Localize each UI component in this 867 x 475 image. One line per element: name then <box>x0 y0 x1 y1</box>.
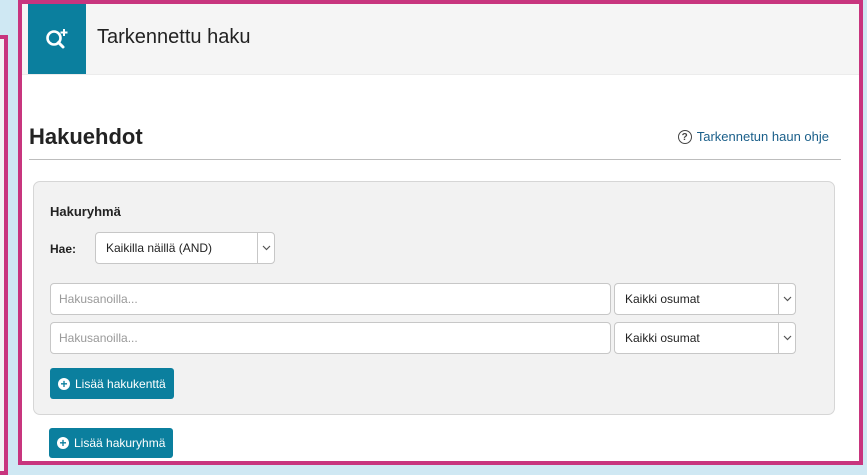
match-label: Hae: <box>50 242 77 256</box>
search-field-select[interactable]: Kaikki osumat <box>614 322 796 354</box>
chevron-down-icon <box>778 323 795 353</box>
divider <box>29 159 841 160</box>
section-title: Hakuehdot <box>29 124 143 149</box>
help-link[interactable]: ? Tarkennetun haun ohje <box>677 129 829 144</box>
advanced-search-panel: Tarkennettu haku Hakuehdot ? Tarkennetun… <box>18 0 863 465</box>
help-link-label: Tarkennetun haun ohje <box>696 129 829 144</box>
group-title: Hakuryhmä <box>50 204 121 219</box>
add-search-group-button[interactable]: + Lisää hakuryhmä <box>49 428 174 458</box>
chevron-down-icon <box>257 233 274 263</box>
question-icon: ? <box>677 129 692 144</box>
add-search-field-button[interactable]: + Lisää hakukenttä <box>50 368 174 399</box>
header-bar: Tarkennettu haku <box>22 4 859 75</box>
advanced-search-icon <box>28 4 86 74</box>
search-group: Hakuryhmä Hae: Kaikilla näillä (AND) Hak… <box>33 181 835 415</box>
page-title: Tarkennettu haku <box>97 26 251 48</box>
search-term-input[interactable]: Hakusanoilla... <box>50 283 611 315</box>
search-term-input[interactable]: Hakusanoilla... <box>50 322 611 354</box>
chevron-down-icon <box>778 284 795 314</box>
plus-circle-icon: + <box>57 437 69 449</box>
plus-circle-icon: + <box>58 377 70 390</box>
add-search-group-label: Lisää hakuryhmä <box>74 436 166 450</box>
search-field-select[interactable]: Kaikki osumat <box>614 283 796 315</box>
match-select[interactable]: Kaikilla näillä (AND) <box>95 232 275 264</box>
search-field-value: Kaikki osumat <box>625 292 700 306</box>
left-side-panel <box>0 35 8 475</box>
match-select-value: Kaikilla näillä (AND) <box>106 241 213 255</box>
search-field-value: Kaikki osumat <box>625 331 700 345</box>
add-search-field-label: Lisää hakukenttä <box>75 376 166 391</box>
